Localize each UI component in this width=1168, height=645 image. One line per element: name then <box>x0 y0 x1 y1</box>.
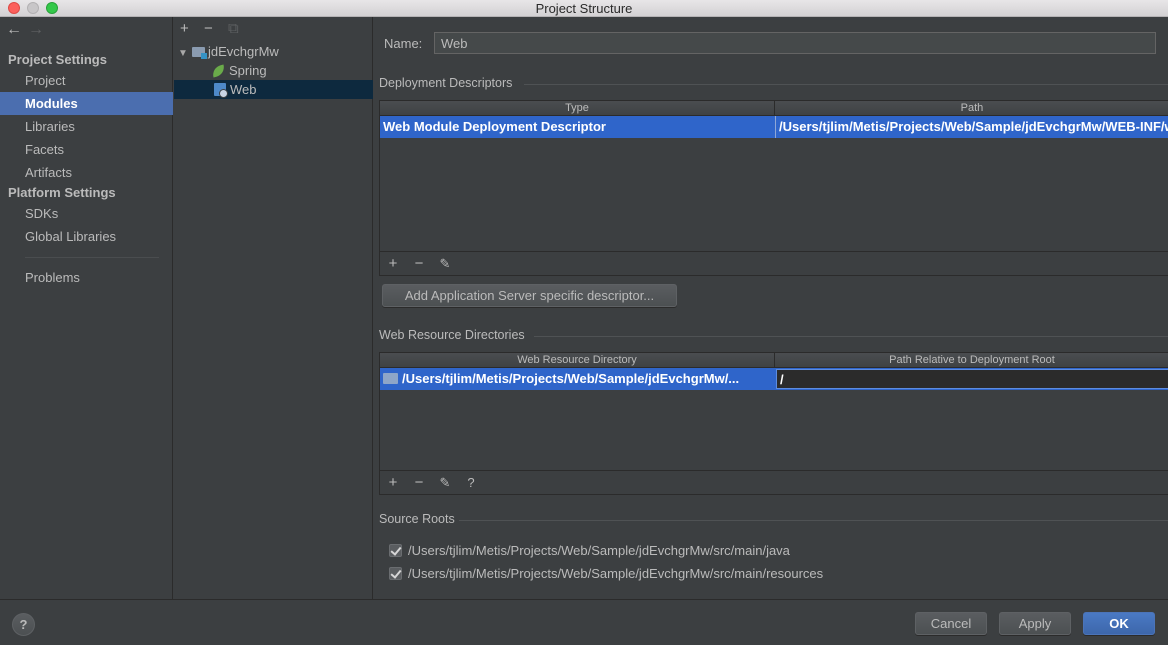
sidebar-divider <box>25 257 159 258</box>
tree-node-root[interactable]: ▼ jdEvchgrMw <box>178 42 279 61</box>
deployment-table-toolbar: + − ✎ <box>380 251 1168 276</box>
add-server-descriptor-button[interactable]: Add Application Server specific descript… <box>382 284 677 307</box>
deployment-descriptors-divider <box>524 84 1168 85</box>
back-arrow-icon[interactable]: ← <box>6 21 28 39</box>
title-bar: Project Structure <box>0 0 1168 17</box>
relative-path-input[interactable] <box>777 370 1168 388</box>
project-settings-header: Project Settings <box>8 52 107 67</box>
module-tree-panel: + − ⧉ ▼ jdEvchgrMw Spring Web <box>174 17 373 599</box>
spring-leaf-icon <box>210 64 227 78</box>
help-icon[interactable]: ? <box>458 471 484 495</box>
column-header-path[interactable]: Path <box>775 101 1168 116</box>
deployment-descriptors-title: Deployment Descriptors <box>379 76 513 90</box>
apply-button[interactable]: Apply <box>999 612 1071 635</box>
tree-node-spring[interactable]: Spring <box>210 61 267 80</box>
tree-node-web[interactable]: Web <box>174 80 373 99</box>
web-resource-directories-title: Web Resource Directories <box>379 328 525 342</box>
ok-button[interactable]: OK <box>1083 612 1155 635</box>
sidebar-item-sdks[interactable]: SDKs <box>0 202 173 225</box>
deployment-table-header: Type Path <box>380 101 1168 116</box>
relative-path-cell-editor[interactable] <box>776 369 1168 389</box>
descriptor-path-cell: /Users/tjlim/Metis/Projects/Web/Sample/j… <box>775 116 1168 138</box>
web-resource-directory-cell: /Users/tjlim/Metis/Projects/Web/Sample/j… <box>380 368 775 390</box>
navigation-arrows: ← → <box>6 21 50 39</box>
name-label: Name: <box>384 36 423 51</box>
source-root-item[interactable]: /Users/tjlim/Metis/Projects/Web/Sample/j… <box>389 541 790 561</box>
name-field[interactable] <box>434 32 1156 54</box>
edit-web-resource-icon[interactable]: ✎ <box>432 471 458 495</box>
web-resource-directory-text: /Users/tjlim/Metis/Projects/Web/Sample/j… <box>402 371 740 386</box>
window-title: Project Structure <box>535 1 633 16</box>
add-web-resource-icon[interactable]: + <box>380 471 406 495</box>
sidebar-item-problems[interactable]: Problems <box>0 266 173 289</box>
dialog-footer: ? Cancel Apply OK <box>0 599 1168 645</box>
remove-module-icon[interactable]: − <box>204 20 228 37</box>
checkbox-checked-icon[interactable] <box>389 567 402 580</box>
expand-triangle-icon[interactable]: ▼ <box>178 44 192 63</box>
copy-module-icon[interactable]: ⧉ <box>228 20 252 37</box>
folder-icon <box>383 373 398 384</box>
cancel-button[interactable]: Cancel <box>915 612 987 635</box>
column-header-type[interactable]: Type <box>380 101 775 116</box>
web-resource-directories-table: Web Resource Directory Path Relative to … <box>379 352 1168 495</box>
source-root-path: /Users/tjlim/Metis/Projects/Web/Sample/j… <box>408 566 824 581</box>
source-roots-divider <box>459 520 1168 521</box>
table-row[interactable]: /Users/tjlim/Metis/Projects/Web/Sample/j… <box>380 368 1168 390</box>
settings-sidebar: ← → Project Settings Project Modules Libr… <box>0 17 173 599</box>
deployment-descriptors-table: Type Path Web Module Deployment Descript… <box>379 100 1168 276</box>
source-roots-title: Source Roots <box>379 512 455 526</box>
platform-settings-header: Platform Settings <box>8 185 116 200</box>
source-root-path: /Users/tjlim/Metis/Projects/Web/Sample/j… <box>408 543 790 558</box>
edit-descriptor-icon[interactable]: ✎ <box>432 252 458 276</box>
web-resource-directories-divider <box>534 336 1168 337</box>
sidebar-item-artifacts[interactable]: Artifacts <box>0 161 173 184</box>
column-header-web-resource-directory[interactable]: Web Resource Directory <box>380 353 775 368</box>
sidebar-item-project[interactable]: Project <box>0 69 173 92</box>
module-folder-icon <box>192 47 207 59</box>
sidebar-item-modules[interactable]: Modules <box>0 92 173 115</box>
source-root-item[interactable]: /Users/tjlim/Metis/Projects/Web/Sample/j… <box>389 564 823 584</box>
checkbox-checked-icon[interactable] <box>389 544 402 557</box>
web-resource-table-toolbar: + − ✎? <box>380 470 1168 495</box>
tree-node-spring-label: Spring <box>229 63 267 78</box>
descriptor-type-cell: Web Module Deployment Descriptor <box>383 119 606 134</box>
tree-node-root-label: jdEvchgrMw <box>208 44 279 59</box>
column-header-relative-path[interactable]: Path Relative to Deployment Root <box>775 353 1168 368</box>
remove-web-resource-icon[interactable]: − <box>406 471 432 495</box>
help-button[interactable]: ? <box>12 613 35 636</box>
add-descriptor-icon[interactable]: + <box>380 252 406 276</box>
add-module-icon[interactable]: + <box>180 20 204 37</box>
sidebar-item-global-libraries[interactable]: Global Libraries <box>0 225 173 248</box>
web-facet-icon <box>214 83 228 98</box>
tree-node-web-label: Web <box>230 82 257 97</box>
sidebar-item-facets[interactable]: Facets <box>0 138 173 161</box>
sidebar-item-libraries[interactable]: Libraries <box>0 115 173 138</box>
forward-arrow-icon[interactable]: → <box>28 21 50 39</box>
remove-descriptor-icon[interactable]: − <box>406 252 432 276</box>
web-resource-table-header: Web Resource Directory Path Relative to … <box>380 353 1168 368</box>
facet-settings-panel: Name: Deployment Descriptors Type Path W… <box>374 17 1168 599</box>
tree-toolbar: + − ⧉ <box>180 20 252 37</box>
table-row[interactable]: Web Module Deployment Descriptor /Users/… <box>380 116 1168 138</box>
